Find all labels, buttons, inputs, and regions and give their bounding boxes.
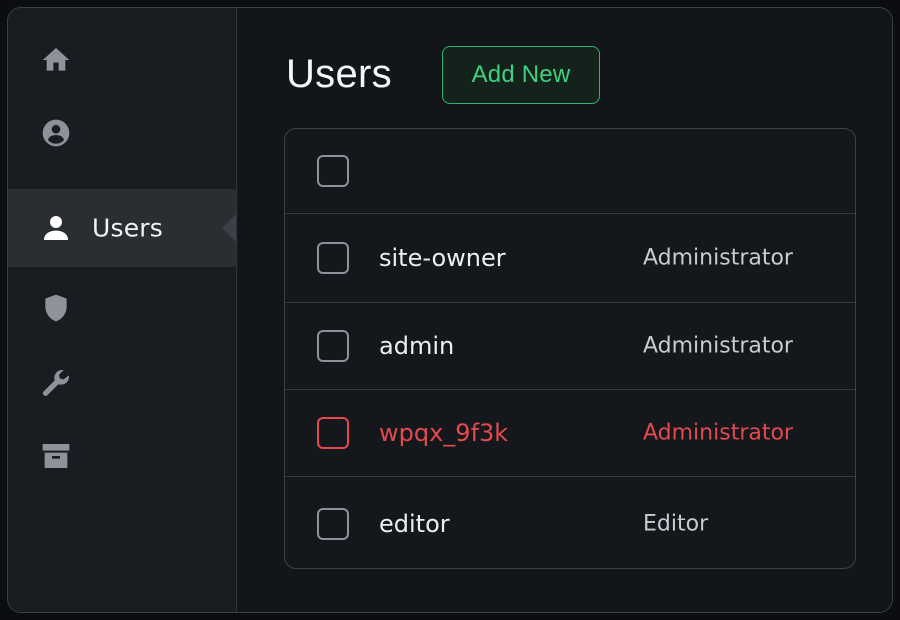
active-indicator [222,214,236,242]
table-row[interactable]: editor Editor [285,477,855,568]
row-checkbox[interactable] [317,507,349,540]
user-role: Administrator [643,420,793,446]
username[interactable]: editor [379,510,450,538]
page-title: Users [286,52,392,96]
wrench-icon [40,367,72,399]
user-role: Editor [643,511,709,536]
username[interactable]: admin [379,332,454,360]
sidebar-item-home[interactable] [8,21,236,99]
user-role: Administrator [643,333,793,359]
table-header-row [285,129,855,214]
shield-icon [40,292,72,324]
sidebar-item-label: Users [92,213,164,243]
table-row[interactable]: site-owner Administrator [285,214,855,303]
table-row[interactable]: admin Administrator [285,303,855,390]
app-window: Users Users Add New site-owner Administr… [7,7,893,613]
archive-icon [40,440,72,472]
username[interactable]: wpqx_9f3k [379,419,508,447]
user-icon [40,212,72,244]
sidebar-item-security[interactable] [8,269,236,347]
add-new-button[interactable]: Add New [442,46,600,104]
table-row-suspicious[interactable]: wpqx_9f3k Administrator [285,390,855,477]
sidebar-item-profile[interactable] [8,94,236,172]
sidebar: Users [8,8,237,612]
home-icon [40,44,72,76]
user-circle-icon [40,117,72,149]
sidebar-item-tools[interactable] [8,344,236,422]
main-content: Users Add New site-owner Administrator a… [238,8,892,612]
user-role: Administrator [643,245,793,271]
row-checkbox[interactable] [317,330,349,362]
row-checkbox[interactable] [317,242,349,274]
select-all-checkbox[interactable] [317,155,349,187]
username[interactable]: site-owner [379,244,506,272]
row-checkbox[interactable] [317,417,349,449]
sidebar-item-users[interactable]: Users [8,189,236,267]
sidebar-item-archive[interactable] [8,417,236,495]
users-table: site-owner Administrator admin Administr… [284,128,856,569]
